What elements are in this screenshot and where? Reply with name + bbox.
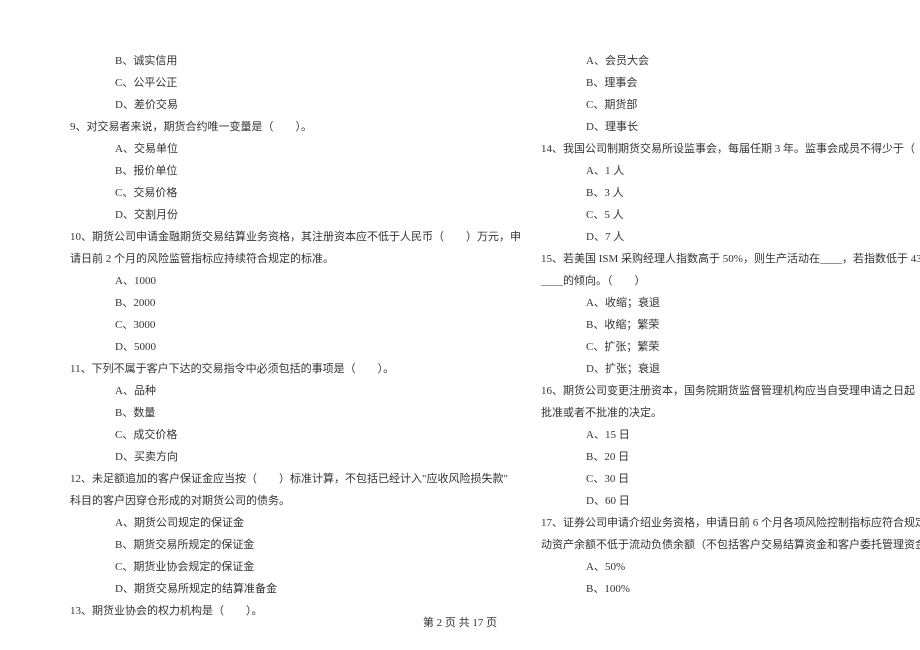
q12-option-a: A、期货公司规定的保证金 bbox=[70, 512, 521, 534]
q17-stem-line2: 动资产余额不低于流动负债余额（不包括客户交易结算资金和客户委托管理资金）的（ ）… bbox=[541, 534, 920, 556]
q14-option-d: D、7 人 bbox=[541, 226, 920, 248]
q14-option-c: C、5 人 bbox=[541, 204, 920, 226]
q12-option-d: D、期货交易所规定的结算准备金 bbox=[70, 578, 521, 600]
q17-stem-line1: 17、证券公司申请介绍业务资格，申请日前 6 个月各项风险控制指标应符合规定标准… bbox=[541, 512, 920, 534]
content-area: B、诚实信用 C、公平公正 D、差价交易 9、对交易者来说，期货合约唯一变量是（… bbox=[70, 50, 850, 610]
q13-option-d: D、理事长 bbox=[541, 116, 920, 138]
q16-stem-line1: 16、期货公司变更注册资本，国务院期货监督管理机构应当自受理申请之日起（ ）内做… bbox=[541, 380, 920, 402]
q8-option-c: C、公平公正 bbox=[70, 72, 521, 94]
q15-stem-line1: 15、若美国 ISM 采购经理人指数高于 50%，则生产活动在____，若指数低… bbox=[541, 248, 920, 270]
q15-option-c: C、扩张；繁荣 bbox=[541, 336, 920, 358]
q10-option-a: A、1000 bbox=[70, 270, 521, 292]
q9-option-c: C、交易价格 bbox=[70, 182, 521, 204]
q10-stem-line2: 请日前 2 个月的风险监管指标应持续符合规定的标准。 bbox=[70, 248, 521, 270]
q14-option-b: B、3 人 bbox=[541, 182, 920, 204]
q12-stem-line2: 科目的客户因穿仓形成的对期货公司的债务。 bbox=[70, 490, 521, 512]
q11-stem: 11、下列不属于客户下达的交易指令中必须包括的事项是（ ）。 bbox=[70, 358, 521, 380]
q16-option-a: A、15 日 bbox=[541, 424, 920, 446]
q16-option-d: D、60 日 bbox=[541, 490, 920, 512]
q9-option-b: B、报价单位 bbox=[70, 160, 521, 182]
q8-option-d: D、差价交易 bbox=[70, 94, 521, 116]
q8-option-b: B、诚实信用 bbox=[70, 50, 521, 72]
q13-option-b: B、理事会 bbox=[541, 72, 920, 94]
q15-option-d: D、扩张；衰退 bbox=[541, 358, 920, 380]
q10-option-b: B、2000 bbox=[70, 292, 521, 314]
q9-stem: 9、对交易者来说，期货合约唯一变量是（ ）。 bbox=[70, 116, 521, 138]
q12-stem-line1: 12、未足额追加的客户保证金应当按（ ）标准计算，不包括已经计入"应收风险损失款… bbox=[70, 468, 521, 490]
q17-option-a: A、50% bbox=[541, 556, 920, 578]
q9-option-d: D、交割月份 bbox=[70, 204, 521, 226]
q11-option-b: B、数量 bbox=[70, 402, 521, 424]
q10-option-c: C、3000 bbox=[70, 314, 521, 336]
q11-option-c: C、成交价格 bbox=[70, 424, 521, 446]
q15-option-b: B、收缩；繁荣 bbox=[541, 314, 920, 336]
q10-option-d: D、5000 bbox=[70, 336, 521, 358]
q13-option-a: A、会员大会 bbox=[541, 50, 920, 72]
right-column: A、会员大会 B、理事会 C、期货部 D、理事长 14、我国公司制期货交易所设监… bbox=[541, 50, 920, 610]
q16-option-b: B、20 日 bbox=[541, 446, 920, 468]
page-footer: 第 2 页 共 17 页 bbox=[0, 614, 920, 630]
q16-option-c: C、30 日 bbox=[541, 468, 920, 490]
q15-stem-line2: ____的倾向。（ ） bbox=[541, 270, 920, 292]
q11-option-a: A、品种 bbox=[70, 380, 521, 402]
q10-stem-line1: 10、期货公司申请金融期货交易结算业务资格，其注册资本应不低于人民币（ ）万元，… bbox=[70, 226, 521, 248]
q11-option-d: D、买卖方向 bbox=[70, 446, 521, 468]
q14-option-a: A、1 人 bbox=[541, 160, 920, 182]
q15-option-a: A、收缩；衰退 bbox=[541, 292, 920, 314]
q12-option-b: B、期货交易所规定的保证金 bbox=[70, 534, 521, 556]
q13-option-c: C、期货部 bbox=[541, 94, 920, 116]
q12-option-c: C、期货业协会规定的保证金 bbox=[70, 556, 521, 578]
left-column: B、诚实信用 C、公平公正 D、差价交易 9、对交易者来说，期货合约唯一变量是（… bbox=[70, 50, 521, 610]
q17-option-b: B、100% bbox=[541, 578, 920, 600]
q9-option-a: A、交易单位 bbox=[70, 138, 521, 160]
q16-stem-line2: 批准或者不批准的决定。 bbox=[541, 402, 920, 424]
q14-stem: 14、我国公司制期货交易所设监事会，每届任期 3 年。监事会成员不得少于（ ）。 bbox=[541, 138, 920, 160]
